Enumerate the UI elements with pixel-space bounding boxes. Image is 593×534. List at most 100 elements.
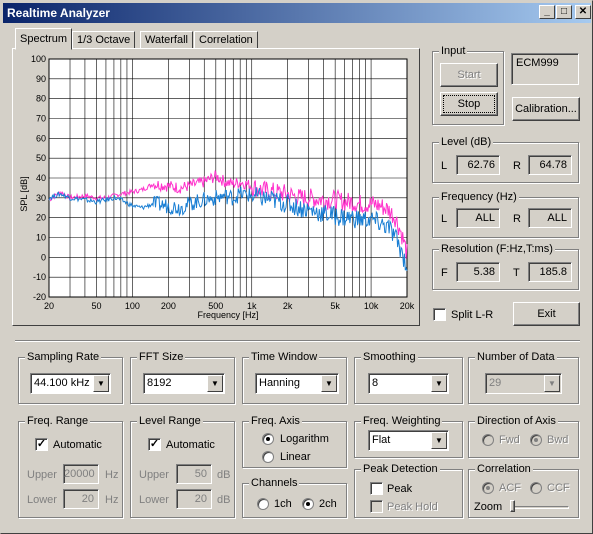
- x-tick-label: 5k: [330, 301, 340, 311]
- channel-2ch-radio[interactable]: [302, 498, 314, 510]
- bwd-label: Bwd: [547, 434, 569, 446]
- freq-range-lower-unit: Hz: [105, 494, 119, 506]
- smoothing-legend: Smoothing: [361, 350, 418, 364]
- logarithm-radio[interactable]: [262, 433, 274, 445]
- y-tick-label: 70: [36, 114, 46, 124]
- resolution-t-label: T: [513, 267, 520, 279]
- window-title: Realtime Analyzer: [7, 6, 110, 20]
- sampling-rate-legend: Sampling Rate: [25, 350, 102, 364]
- y-tick-label: 60: [36, 133, 46, 143]
- stop-button[interactable]: Stop: [440, 92, 498, 116]
- y-tick-label: 80: [36, 94, 46, 104]
- y-tick-label: 20: [36, 213, 46, 223]
- y-tick-label: 10: [36, 233, 46, 243]
- y-tick-label: -10: [33, 272, 46, 282]
- freq-range-upper-unit: Hz: [105, 469, 119, 481]
- y-tick-label: 40: [36, 173, 46, 183]
- input-legend: Input: [439, 44, 468, 58]
- peak-hold-label: Peak Hold: [387, 501, 438, 513]
- x-tick-label: 20: [44, 301, 54, 311]
- peak-checkbox[interactable]: [370, 482, 383, 495]
- number-of-data-value: 29: [489, 377, 502, 389]
- number-of-data-legend: Number of Data: [475, 350, 557, 364]
- freq-range-lower-label: Lower: [27, 494, 57, 506]
- channels-legend: Channels: [249, 476, 300, 490]
- resolution-legend: Resolution (F:Hz,T:ms): [439, 242, 555, 256]
- direction-of-axis-legend: Direction of Axis: [475, 414, 558, 428]
- calibration-button[interactable]: Calibration...: [512, 97, 580, 121]
- freq-range-automatic-checkbox[interactable]: ✓: [35, 438, 48, 451]
- peak-hold-checkbox: [370, 500, 383, 513]
- level-r-value: 64.78: [528, 155, 572, 175]
- time-window-legend: Time Window: [249, 350, 320, 364]
- x-axis-label: Frequency [Hz]: [197, 310, 258, 320]
- resolution-f-label: F: [441, 267, 448, 279]
- freq-axis-legend: Freq. Axis: [249, 414, 302, 428]
- level-range-upper-label: Upper: [139, 469, 169, 481]
- minimize-button[interactable]: _: [539, 5, 555, 19]
- fft-size-select[interactable]: 8192 ▼: [143, 373, 225, 394]
- chevron-down-icon[interactable]: ▼: [321, 375, 337, 392]
- split-lr-checkbox[interactable]: [433, 308, 446, 321]
- resolution-t-value: 185.8: [528, 262, 572, 282]
- time-window-select[interactable]: Hanning ▼: [255, 373, 339, 394]
- start-button[interactable]: Start: [440, 63, 498, 87]
- smoothing-select[interactable]: 8 ▼: [368, 373, 449, 394]
- y-tick-label: 90: [36, 74, 46, 84]
- level-range-lower-unit: dB: [217, 494, 231, 506]
- freq-range-upper-label: Upper: [27, 469, 57, 481]
- y-tick-label: 50: [36, 153, 46, 163]
- tab-third-octave[interactable]: 1/3 Octave: [72, 31, 136, 49]
- channel-2ch-label: 2ch: [319, 498, 337, 510]
- level-range-legend: Level Range: [137, 414, 203, 428]
- tab-correlation[interactable]: Correlation: [194, 31, 258, 49]
- split-lr-label: Split L-R: [451, 309, 494, 321]
- bwd-radio: [530, 434, 542, 446]
- channel-1ch-radio[interactable]: [257, 498, 269, 510]
- ccf-label: CCF: [547, 482, 570, 494]
- fwd-label: Fwd: [499, 434, 520, 446]
- fft-size-value: 8192: [147, 377, 172, 389]
- separator: [15, 340, 580, 342]
- sampling-rate-select[interactable]: 44.100 kHz ▼: [30, 373, 111, 394]
- frequency-l-value: ALL: [456, 208, 500, 228]
- x-tick-label: 2k: [283, 301, 293, 311]
- resolution-f-value: 5.38: [456, 262, 500, 282]
- logarithm-label: Logarithm: [280, 433, 329, 445]
- frequency-l-label: L: [441, 213, 448, 225]
- exit-button[interactable]: Exit: [513, 302, 580, 326]
- smoothing-value: 8: [372, 377, 379, 389]
- device-name-field: ECM999: [511, 53, 579, 85]
- ccf-radio: [530, 482, 542, 494]
- chevron-down-icon[interactable]: ▼: [431, 375, 447, 392]
- chevron-down-icon[interactable]: ▼: [431, 432, 447, 449]
- frequency-legend: Frequency (Hz): [439, 190, 519, 204]
- y-axis-label: SPL [dB]: [19, 176, 29, 211]
- main-window: Realtime Analyzer _ □ ✕ Spectrum 1/3 Oct…: [0, 0, 593, 534]
- zoom-slider-handle[interactable]: [510, 500, 515, 512]
- freq-range-upper-input: 20000: [63, 464, 99, 484]
- tab-waterfall[interactable]: Waterfall: [140, 31, 193, 49]
- acf-radio: [482, 482, 494, 494]
- level-range-automatic-checkbox[interactable]: ✓: [148, 438, 161, 451]
- maximize-button[interactable]: □: [556, 5, 572, 19]
- level-l-label: L: [441, 160, 448, 172]
- close-button[interactable]: ✕: [575, 5, 591, 19]
- linear-radio[interactable]: [262, 451, 274, 463]
- x-tick-label: 20k: [400, 301, 415, 311]
- peak-label: Peak: [387, 483, 413, 495]
- zoom-slider-track[interactable]: [511, 506, 569, 509]
- freq-weighting-select[interactable]: Flat ▼: [368, 430, 449, 451]
- tab-spectrum[interactable]: Spectrum: [15, 28, 73, 50]
- level-range-lower-input: 20: [176, 489, 212, 509]
- chevron-down-icon[interactable]: ▼: [207, 375, 223, 392]
- level-range-lower-label: Lower: [139, 494, 169, 506]
- freq-range-automatic-label: Automatic: [53, 439, 102, 451]
- level-r-label: R: [513, 160, 521, 172]
- fft-size-legend: FFT Size: [137, 350, 186, 364]
- level-range-upper-input: 50: [176, 464, 212, 484]
- level-legend: Level (dB): [439, 135, 494, 149]
- x-tick-label: 100: [125, 301, 140, 311]
- x-tick-label: 50: [91, 301, 101, 311]
- chevron-down-icon[interactable]: ▼: [93, 375, 109, 392]
